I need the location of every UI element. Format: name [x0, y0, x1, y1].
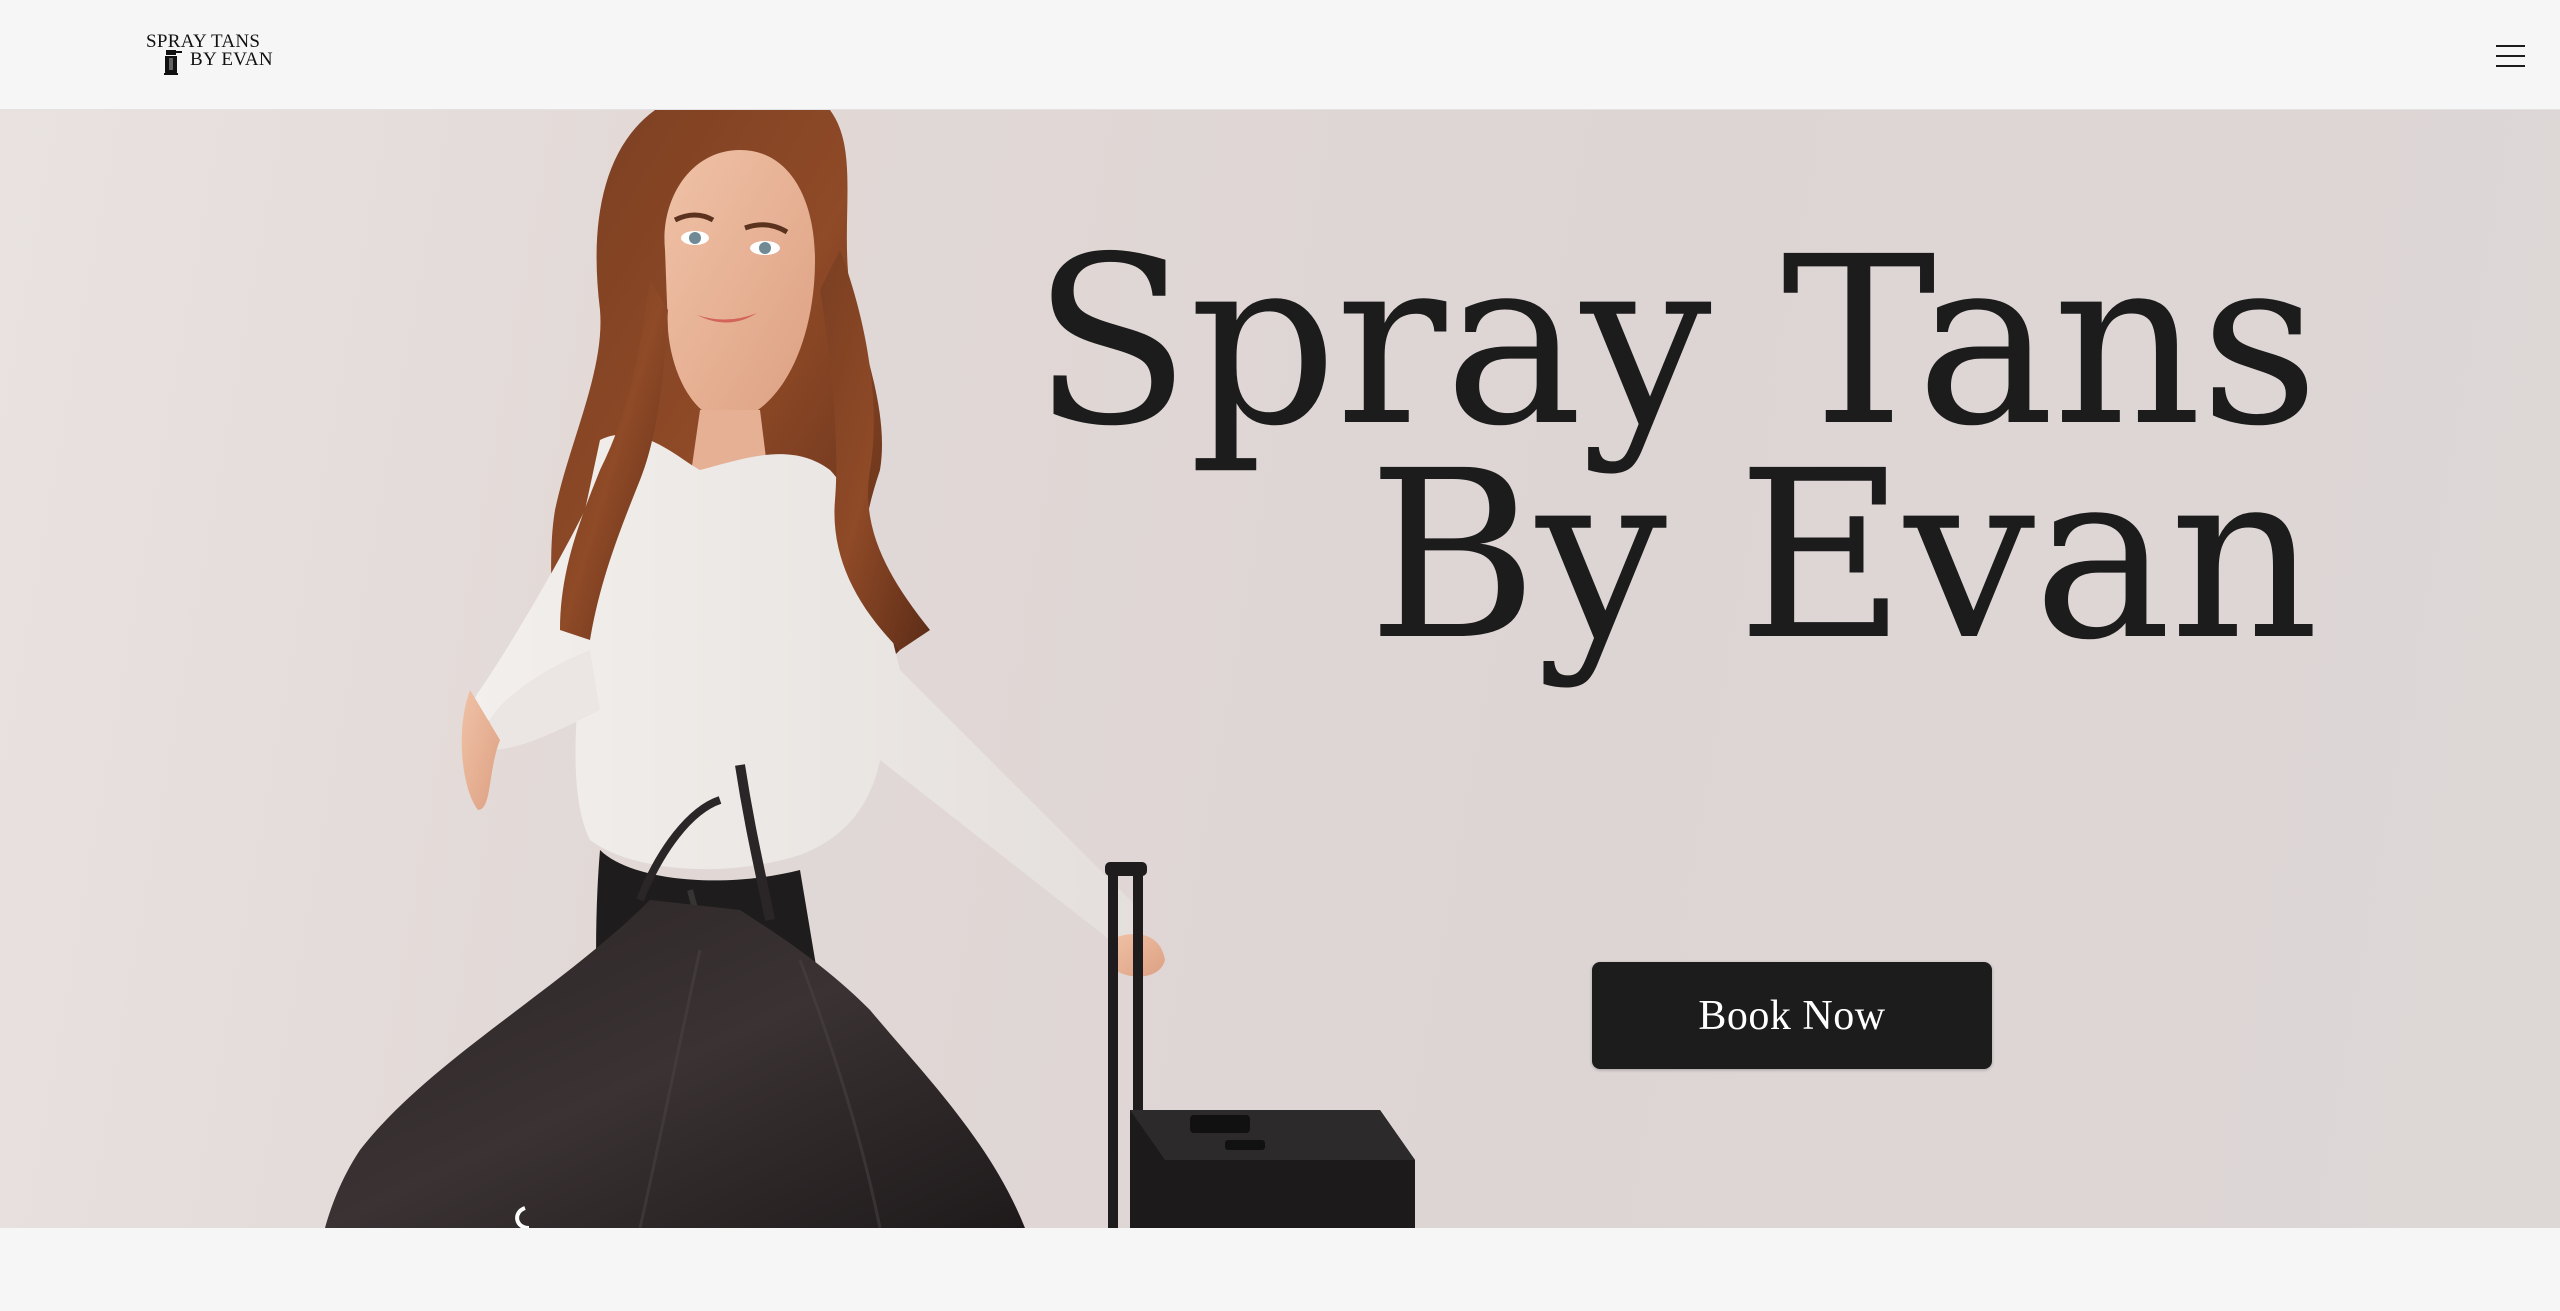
below-fold-section [0, 1228, 2560, 1311]
logo-line-2: BY EVAN [190, 49, 273, 70]
hero-title-line-1: Spray Tans [1032, 207, 2319, 477]
spray-bottle-logo-icon [164, 50, 182, 75]
book-now-button[interactable]: Book Now [1592, 962, 1992, 1069]
site-header: SPRAY TANS BY EVAN [0, 0, 2560, 110]
hero-title-line-2: By Evan [1367, 421, 2319, 691]
hamburger-menu-icon[interactable] [2490, 40, 2530, 72]
hero-section: Spray Tans By Evan Book Now [0, 110, 2560, 1228]
hero-title: Spray Tans By Evan [1032, 207, 2319, 691]
site-logo[interactable]: SPRAY TANS BY EVAN [146, 32, 276, 82]
